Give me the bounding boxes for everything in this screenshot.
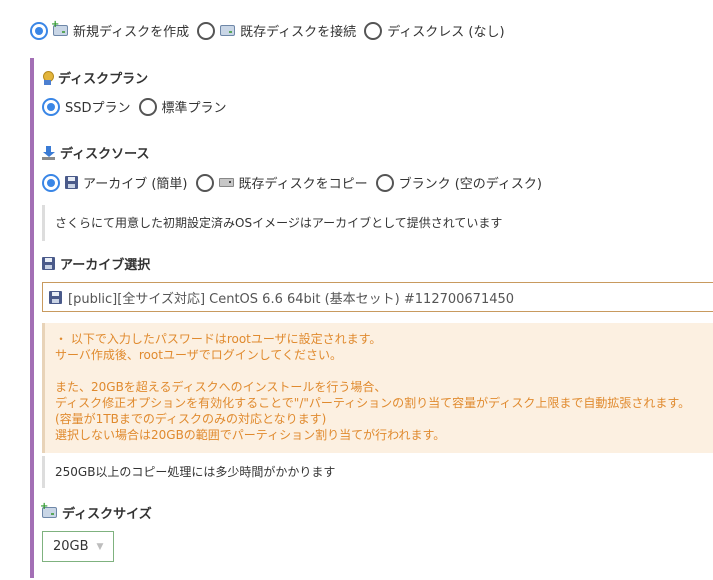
disk-size-value: 20GB	[53, 539, 89, 554]
archive-note: さくらにて用意した初期設定済みOSイメージはアーカイブとして提供されています	[42, 205, 713, 241]
warning-line: また、20GBを超えるディスクへのインストールを行う場合、	[55, 380, 387, 394]
disk-source-heading: ディスクソース	[42, 143, 149, 162]
disk-size-title: ディスクサイズ	[62, 507, 152, 522]
copy-note: 250GB以上のコピー処理には多少時間がかかります	[42, 456, 713, 488]
archive-select-value: [public][全サイズ対応] CentOS 6.6 64bit (基本セット…	[68, 291, 515, 307]
disk-plus-icon	[51, 19, 68, 36]
disk-source-group: アーカイブ (簡単) 既存ディスクをコピー ブランク (空のディスク)	[42, 173, 550, 192]
floppy-icon	[65, 176, 78, 189]
warning-line: (容量が1TBまでのディスクのみの対応となります)	[55, 412, 327, 426]
disk-source-copy-option[interactable]: 既存ディスクをコピー	[195, 173, 368, 192]
disk-size-heading: ディスクサイズ	[40, 501, 152, 522]
archive-select[interactable]: [public][全サイズ対応] CentOS 6.6 64bit (基本セット…	[42, 282, 713, 312]
disk-plus-icon	[40, 501, 57, 518]
warning-line: 選択しない場合は20GBの範囲でパーティション割り当てが行われます。	[55, 428, 446, 442]
disk-mode-existing-radio[interactable]	[197, 21, 216, 40]
disk-plan-ssd-option[interactable]: SSDプラン	[42, 97, 131, 116]
disk-plan-ssd-radio[interactable]	[42, 97, 60, 116]
disk-mode-existing-option[interactable]: 既存ディスクを接続	[197, 21, 356, 40]
disk-plan-standard-option[interactable]: 標準プラン	[138, 97, 227, 116]
warning-line: サーバ作成後、rootユーザでログインしてください。	[55, 348, 342, 362]
disk-source-archive-radio[interactable]	[42, 173, 60, 192]
medal-icon	[42, 70, 54, 85]
disk-plan-standard-radio[interactable]	[138, 97, 157, 116]
disk-mode-new-radio[interactable]	[30, 21, 48, 40]
warning-line: ・ 以下で入力したパスワードはrootユーザに設定されます。	[55, 332, 382, 346]
disk-source-archive-label: アーカイブ (簡単)	[83, 177, 188, 192]
disk-source-copy-radio[interactable]	[195, 173, 214, 192]
disk-source-blank-radio[interactable]	[375, 173, 394, 192]
password-warning: ・ 以下で入力したパスワードはrootユーザに設定されます。 サーバ作成後、ro…	[42, 323, 713, 453]
download-icon	[42, 145, 55, 160]
disk-source-archive-option[interactable]: アーカイブ (簡単)	[42, 173, 188, 192]
disk-mode-new-option[interactable]: 新規ディスクを作成	[30, 19, 190, 40]
disk-mode-none-label: ディスクレス (なし)	[387, 25, 505, 40]
disk-icon	[220, 25, 236, 36]
disk-source-blank-label: ブランク (空のディスク)	[398, 177, 542, 192]
floppy-icon	[42, 257, 55, 270]
disk-source-blank-option[interactable]: ブランク (空のディスク)	[375, 173, 542, 192]
disk-mode-existing-label: 既存ディスクを接続	[240, 25, 357, 40]
disk-mode-none-radio[interactable]	[364, 21, 383, 40]
disk-plan-heading: ディスクプラン	[42, 68, 148, 87]
disk-size-select[interactable]: 20GB ▼	[42, 531, 114, 562]
disk-mode-group: 新規ディスクを作成 既存ディスクを接続 ディスクレス (なし)	[30, 19, 513, 40]
disk-source-title: ディスクソース	[60, 147, 150, 162]
floppy-icon	[49, 290, 62, 304]
archive-title: アーカイブ選択	[60, 258, 151, 273]
disk-plan-standard-label: 標準プラン	[161, 101, 227, 116]
warning-spacer	[55, 363, 713, 379]
archive-heading: アーカイブ選択	[42, 254, 150, 273]
disk-source-copy-label: 既存ディスクをコピー	[238, 177, 368, 192]
disk-plan-ssd-label: SSDプラン	[65, 101, 131, 116]
disk-mode-none-option[interactable]: ディスクレス (なし)	[364, 21, 505, 40]
panel-border	[30, 58, 34, 578]
disk-mode-new-label: 新規ディスクを作成	[73, 25, 190, 40]
warning-line: ディスク修正オプションを有効化することで"/"パーティションの割り当て容量がディ…	[55, 396, 691, 410]
hdd-icon	[218, 178, 234, 187]
chevron-down-icon: ▼	[96, 541, 104, 552]
disk-plan-group: SSDプラン 標準プラン	[42, 97, 235, 116]
disk-plan-title: ディスクプラン	[58, 72, 149, 87]
